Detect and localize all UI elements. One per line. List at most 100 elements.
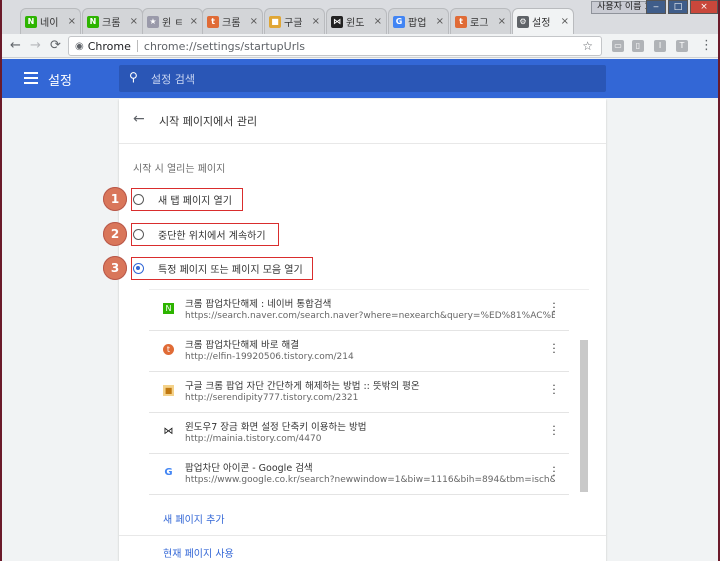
more-options-icon[interactable]: · · · [551,462,557,481]
use-current-pages-link[interactable]: 현재 페이지 사용 [163,545,234,560]
highlight-box [131,257,313,280]
more-options-icon[interactable]: · · · [551,421,557,440]
divider [119,143,606,144]
step-marker: 1 [103,187,127,211]
naver-icon: N [87,15,99,28]
page-url: http://elfin-19920506.tistory.com/214 [185,352,354,362]
tab-label: 팝업 [408,18,427,29]
google-icon: G [393,15,405,28]
settings-search-input[interactable]: ⚲ 설정 검색 [119,65,606,92]
browser-tab[interactable]: t 크롬 × [202,8,263,34]
subpage-title: 시작 페이지에서 관리 [159,115,258,128]
page-title: 윈도우7 장금 화면 설정 단축키 이용하는 방법 [185,422,367,433]
step-marker: 2 [103,222,127,246]
extension-icon[interactable]: ▭ [612,40,624,52]
list-item: t 크롬 팝업차단해제 바로 해결 http://elfin-19920506.… [149,331,569,372]
search-icon: ⚲ [129,70,138,84]
browser-tab[interactable]: N 네이 × [20,8,81,34]
star-icon: ★ [147,15,159,28]
tab-close-icon[interactable]: × [312,16,320,27]
list-item: G 팝업차단 아이콘 - Google 검색 https://www.googl… [149,454,569,495]
add-page-link[interactable]: 새 페이지 추가 [163,511,225,526]
startup-pages-list: N 크롬 팝업차단해제 : 네이버 통합검색 https://search.na… [149,289,589,497]
tab-label: 윈도 [346,18,365,29]
google-icon: G [164,467,173,478]
tab-close-icon[interactable]: × [498,16,506,27]
tab-label: 구글 [284,18,303,29]
list-item: ■ 구글 크롬 팝업 자단 간단하게 해제하는 방법 :: 뜻밖의 평온 htt… [149,372,569,413]
page-title: 구글 크롬 팝업 자단 간단하게 해제하는 방법 :: 뜻밖의 평온 [185,381,420,392]
tab-label: 로그 [470,18,489,29]
address-bar[interactable]: ◉ Chrome chrome://settings/startupUrls ☆ [68,36,602,56]
hamburger-menu-icon[interactable] [24,72,38,84]
page-url: https://www.google.co.kr/search?newwindo… [185,475,555,485]
maximize-button[interactable]: □ [668,0,688,14]
browser-tab[interactable]: ■ 구글 × [264,8,325,34]
naver-icon: N [25,15,37,28]
divider [119,535,606,536]
page-url: http://mainia.tistory.com/4470 [185,434,322,444]
extension-icon[interactable]: ▯ [632,40,644,52]
browser-tab[interactable]: ⚙ 설정 × [512,8,574,34]
settings-page: 설정 ⚲ 설정 검색 ← 시작 페이지에서 관리 시작 시 열리는 페이지 새 … [2,59,718,561]
browser-tab[interactable]: N 크롬 × [82,8,143,34]
bookmark-icon: ■ [163,385,174,396]
settings-card: ← 시작 페이지에서 관리 시작 시 열리는 페이지 새 탭 페이지 열기 중단… [119,99,606,561]
gear-icon: ⚙ [517,15,529,28]
step-marker: 3 [103,256,127,280]
extension-icon[interactable]: T [676,40,688,52]
tab-close-icon[interactable]: × [68,16,76,27]
page-url: http://serendipity777.tistory.com/2321 [185,393,359,403]
window-close-button[interactable]: × [690,0,718,14]
highlight-box [131,223,279,246]
back-icon[interactable]: ← [10,38,21,53]
page-title: 크롬 팝업차단해제 바로 해결 [185,340,299,351]
more-options-icon[interactable]: · · · [551,339,557,358]
bookmark-star-icon[interactable]: ☆ [582,39,593,53]
page-title: 팝업차단 아이콘 - Google 검색 [185,463,313,474]
tistory-icon: t [163,344,174,355]
section-label: 시작 시 열리는 페이지 [133,164,226,175]
browser-tab[interactable]: ⋈ 윈도 × [326,8,387,34]
bookmark-icon: ■ [269,15,281,28]
tab-close-icon[interactable]: × [561,16,569,27]
back-arrow-icon[interactable]: ← [133,111,145,127]
omnibox-divider [136,40,138,52]
page-title: 크롬 팝업차단해제 : 네이버 통합검색 [185,299,332,310]
tab-close-icon[interactable]: × [436,16,444,27]
tab-label: 설정 [532,18,551,29]
browser-tab[interactable]: ★ 윈 ㅌ × [142,8,203,34]
list-item: ⋈ 윈도우7 장금 화면 설정 단축키 이용하는 방법 http://maini… [149,413,569,454]
butterfly-icon: ⋈ [331,15,343,28]
more-options-icon[interactable]: · · · [551,380,557,399]
page-url: https://search.naver.com/search.naver?wh… [185,311,555,321]
settings-header: 설정 ⚲ 설정 검색 [2,59,718,98]
search-placeholder: 설정 검색 [151,73,195,86]
url-text: chrome://settings/startupUrls [143,39,306,53]
forward-icon[interactable]: → [30,38,41,53]
tistory-icon: t [455,15,467,28]
browser-window: ⚙ 설정 × t 로그 × G 팝업 × ⋈ 윈도 × ■ 구글 × t 크롬 × ★ 윈 ㅌ × N 크롬 × N 네이 × 사용… [0,0,720,561]
tab-close-icon[interactable]: × [374,16,382,27]
menu-dots-icon[interactable]: ⋮ [700,38,713,53]
more-options-icon[interactable]: · · · [551,298,557,317]
minimize-button[interactable]: ‒ [646,0,666,14]
tistory-icon: t [207,15,219,28]
tab-close-icon[interactable]: × [130,16,138,27]
reload-icon[interactable]: ⟳ [50,38,61,53]
naver-icon: N [163,303,174,314]
browser-tab[interactable]: t 로그 × [450,8,511,34]
butterfly-icon: ⋈ [163,426,174,437]
header-title: 설정 [48,74,72,89]
tab-close-icon[interactable]: × [250,16,258,27]
highlight-box [131,188,243,211]
extension-icon[interactable]: I [654,40,666,52]
tab-label: 네이 [40,18,59,29]
browser-toolbar: ← → ⟳ ◉ Chrome chrome://settings/startup… [2,34,718,58]
tab-strip: ⚙ 설정 × t 로그 × G 팝업 × ⋈ 윈도 × ■ 구글 × t 크롬 × ★ 윈 ㅌ × N 크롬 × N 네이 × 사용… [2,0,718,34]
list-scrollbar[interactable] [580,340,588,492]
tab-label: 크롬 [102,18,121,29]
browser-tab[interactable]: G 팝업 × [388,8,449,34]
tab-close-icon[interactable]: × [190,16,198,27]
tab-label: 윈 ㅌ [162,18,184,29]
